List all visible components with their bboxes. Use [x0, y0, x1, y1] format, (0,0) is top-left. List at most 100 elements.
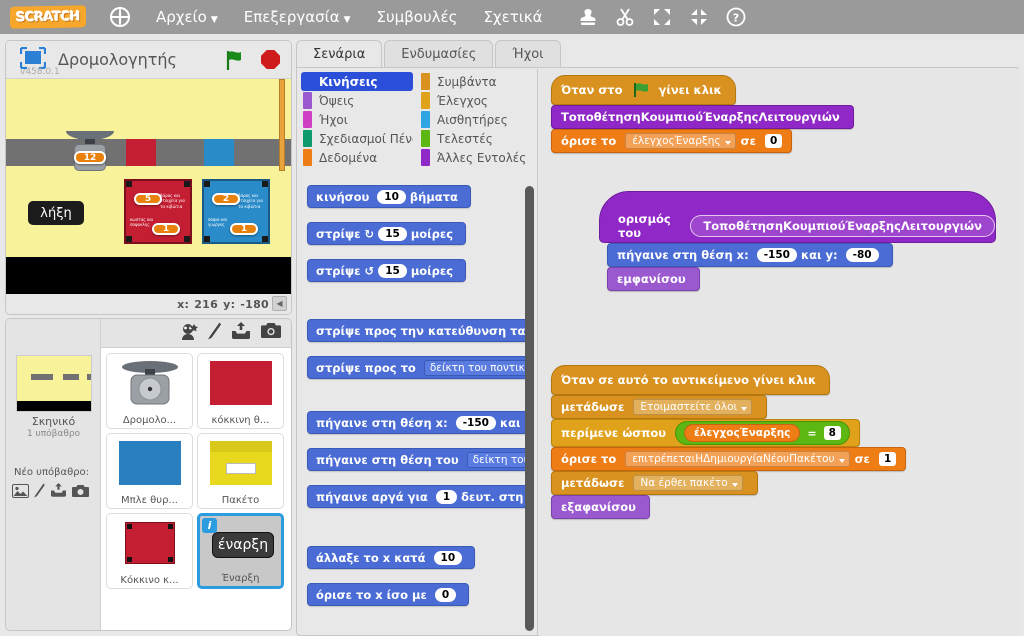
script-block-2-3[interactable]: όρισε το επιτρέπεταιΗΔημιουργίαΝέουΠακέτο… — [551, 447, 907, 471]
globe-icon[interactable] — [110, 7, 130, 27]
upload-icon[interactable] — [50, 483, 67, 502]
palette-block-glide[interactable]: πήγαινε αργά για 1 δευτ. στη — [307, 485, 533, 508]
sprite-cell-3[interactable]: Πακέτο — [197, 433, 284, 509]
palette-block-turn-left[interactable]: στρίψε ↺ 15 μοίρες — [307, 259, 467, 282]
script-block-2-4[interactable]: μετάδωσε Να έρθει πακέτο — [551, 471, 758, 495]
script-block-2-1[interactable]: μετάδωσε Ετοιμαστείτε όλοι — [551, 395, 768, 419]
stage-canvas[interactable]: 12 βάρος και στοιχεία για τα κιβώτια κωσ… — [6, 79, 291, 294]
block-part-oval[interactable]: -150 — [756, 248, 797, 262]
palette-block-goto-sprite[interactable]: πήγαινε στη θέση του δείκτη του — [307, 448, 533, 471]
category-σχεδιασμοί-πένας[interactable]: Σχεδιασμοί Πένας — [301, 129, 413, 148]
shrink-icon[interactable] — [689, 7, 709, 27]
block-part-white[interactable]: 1 — [878, 452, 897, 466]
scratch-logo[interactable]: SCRATCH — [10, 5, 86, 29]
category-συμβάντα[interactable]: Συμβάντα — [419, 72, 531, 91]
script-block-0-2[interactable]: όρισε το έλεγχοςΈναρξης σε 0 — [551, 129, 793, 153]
green-flag-icon[interactable] — [224, 49, 246, 75]
category-ήχοι[interactable]: Ήχοι — [301, 110, 413, 129]
upload-icon[interactable] — [231, 322, 251, 344]
category-κινήσεις[interactable]: Κινήσεις — [301, 72, 413, 91]
stage-full-screen-icon[interactable] — [19, 46, 47, 70]
equals-operator-block[interactable]: έλεγχοςΈναρξης = 8 — [675, 421, 850, 445]
palette-block-turn-right[interactable]: στρίψε ↻ 15 μοίρες — [307, 222, 467, 245]
palette-block-point-towards[interactable]: στρίψε προς το δείκτη του ποντικι — [307, 356, 533, 379]
sprite-cell-1[interactable]: κόκκινη θ... — [197, 353, 284, 429]
camera-icon[interactable] — [261, 323, 281, 343]
scissors-icon[interactable] — [615, 7, 635, 27]
paint-brush-icon[interactable] — [34, 483, 45, 502]
block-part-oval[interactable]: 1 — [435, 489, 458, 504]
category-έλεγχος[interactable]: Έλεγχος — [419, 91, 531, 110]
menu-item-2[interactable]: Συμβουλές — [377, 8, 458, 26]
script-block-1-1[interactable]: εμφανίσου — [607, 267, 700, 291]
script-block-2-5[interactable]: εξαφανίσου — [551, 495, 650, 519]
block-part-drop[interactable]: δείκτη του — [466, 451, 533, 468]
tab-2[interactable]: Ήχοι — [495, 40, 561, 68]
menu-item-3[interactable]: Σχετικά — [483, 8, 542, 26]
tab-1[interactable]: Ενδυμασίες — [384, 40, 494, 68]
script-block-2-2[interactable]: περίμενε ώσπου έλεγχοςΈναρξης = 8 — [551, 419, 860, 447]
palette-block-change-x[interactable]: άλλαξε το x κατά 10 — [307, 546, 476, 569]
palette-block-move[interactable]: κινήσου 10 βήματα — [307, 185, 471, 208]
category-αισθητήρες[interactable]: Αισθητήρες — [419, 110, 531, 129]
block-part-icon[interactable]: ↺ — [365, 264, 375, 278]
category-column-right: Συμβάντα Έλεγχος Αισθητήρες Τελεστές Άλλες Ε… — [419, 72, 531, 167]
stamp-icon[interactable] — [578, 7, 598, 27]
script-block-0-0[interactable]: Όταν στο γίνει κλικ — [551, 75, 736, 105]
block-part-icon[interactable]: ↻ — [365, 227, 375, 241]
block-part-oval[interactable]: -150 — [455, 415, 496, 430]
scripts-canvas[interactable]: Όταν στο γίνει κλικ ΤοποθέτησηΚουμπιούΈναρ… — [539, 69, 1020, 636]
scale-sprite[interactable]: 12 — [66, 131, 114, 173]
editor-panel: Σενάρια Ενδυμασίες Ήχοι Κινήσεις Όψεις Ήχοι Σ… — [296, 40, 1020, 636]
block-part-drop[interactable]: δείκτη του ποντικι — [423, 359, 533, 376]
palette-scrollbar[interactable] — [525, 186, 534, 631]
menu-item-0[interactable]: Αρχείο ▼ — [156, 8, 218, 26]
palette-block-point-direction[interactable]: στρίψε προς την κατεύθυνση τα — [307, 319, 533, 342]
paint-brush-icon[interactable] — [208, 322, 221, 344]
menu-item-1[interactable]: Επεξεργασία ▼ — [244, 8, 351, 26]
category-τελεστές[interactable]: Τελεστές — [419, 129, 531, 148]
variable-reporter[interactable]: έλεγχοςΈναρξης — [684, 424, 801, 442]
block-part-oval[interactable]: 10 — [433, 550, 463, 565]
sprite-cell-2[interactable]: Μπλε θυρ... — [106, 433, 193, 509]
script-block-2-0[interactable]: Όταν σε αυτό το αντικείμενο γίνει κλικ — [551, 365, 831, 395]
category-όψεις[interactable]: Όψεις — [301, 91, 413, 110]
block-part-white[interactable]: 0 — [764, 134, 783, 148]
sprite-cell-5[interactable]: i έναρξη Έναρξη — [197, 513, 284, 589]
block-part-sdrop[interactable]: Ετοιμαστείτε όλοι — [633, 399, 753, 415]
help-icon[interactable]: ? — [726, 7, 746, 27]
backdrop-thumbnail[interactable] — [16, 355, 92, 412]
sprite-cell-0[interactable]: Δρομολο... — [106, 353, 193, 429]
define-procedure-name[interactable]: ΤοποθέτησηΚουμπιούΈναρξηςΛειτουργιών — [690, 215, 995, 237]
camera-icon[interactable] — [72, 483, 89, 502]
script-block-0-1[interactable]: ΤοποθέτησηΚουμπιούΈναρξηςΛειτουργιών — [551, 105, 854, 129]
block-part-oval[interactable]: -80 — [845, 248, 879, 262]
block-part-oval[interactable]: 10 — [377, 189, 406, 204]
category-δεδομένα[interactable]: Δεδομένα — [301, 148, 413, 167]
define-hat-block[interactable]: ορισμός του ΤοποθέτησηΚουμπιούΈναρξηςΛειτ… — [599, 191, 996, 243]
palette-block-set-x[interactable]: όρισε το x ίσο με 0 — [307, 583, 470, 606]
block-part-sdrop[interactable]: επιτρέπεταιΗΔημιουργίαΝέουΠακέτου — [625, 451, 850, 467]
category-color-swatch — [303, 149, 312, 166]
end-button-sprite[interactable]: λήξη — [28, 201, 84, 225]
block-part-oval[interactable]: 15 — [378, 263, 407, 278]
tab-0[interactable]: Σενάρια — [296, 40, 383, 68]
palette-block-goto-xy[interactable]: πήγαινε στη θέση x: -150 και — [307, 411, 533, 434]
grow-icon[interactable] — [652, 7, 672, 27]
stop-button-icon[interactable] — [261, 50, 280, 69]
red-door-sprite[interactable]: βάρος και στοιχεία για τα κιβώτια κωστας… — [124, 179, 192, 244]
collapse-arrow-icon[interactable]: ◀ — [272, 296, 287, 311]
sprite-cell-4[interactable]: Κόκκινο κ... — [106, 513, 193, 589]
sprite-info-icon[interactable]: i — [202, 518, 217, 533]
blue-door-sprite[interactable]: βάρος και στοιχεία για τα κιβώτια σοφια … — [202, 179, 270, 244]
block-part-oval[interactable]: 0 — [434, 587, 457, 602]
operand-value[interactable]: 8 — [823, 426, 841, 440]
block-palette[interactable]: κινήσου 10 βήματα στρίψε ↻ 15 μοίρες στρίψε ↺ 15 μ… — [299, 180, 533, 635]
library-icon[interactable] — [12, 483, 29, 502]
block-part-oval[interactable]: 15 — [378, 226, 407, 241]
block-part-sdrop[interactable]: Να έρθει πακέτο — [633, 475, 743, 491]
new-sprite-icon[interactable] — [179, 323, 198, 344]
block-part-sdrop[interactable]: έλεγχοςΈναρξης — [625, 133, 736, 149]
script-block-1-0[interactable]: πήγαινε στη θέση x: -150 και y: -80 — [607, 243, 893, 267]
category-άλλες-εντολές[interactable]: Άλλες Εντολές — [419, 148, 531, 167]
